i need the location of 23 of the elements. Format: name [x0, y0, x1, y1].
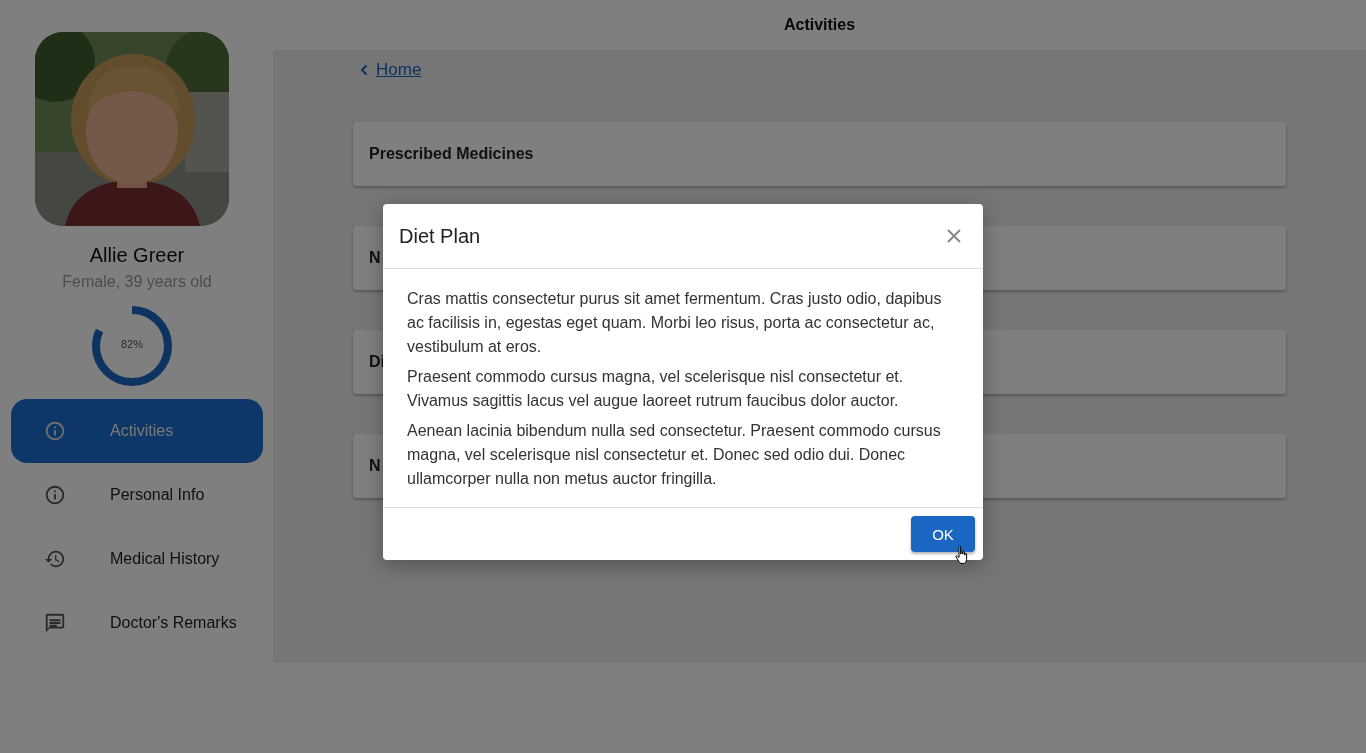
card-title: Prescribed Medicines: [369, 145, 534, 163]
section-card[interactable]: Prescribed Medicines: [353, 122, 1286, 186]
dialog-title: Diet Plan: [399, 224, 481, 248]
dialog-paragraph: Cras mattis consectetur purus sit amet fermentum. Cras justo odio, dapibus ac facilisis in, egestas eget quam. Morbi leo risus, porta ac consectetur ac, vestibulum at eros.: [407, 289, 943, 357]
dialog-paragraph: Aenean lacinia bibendum nulla sed consectetur. Praesent commodo cursus magna, vel scelerisque nisl consectetur et. Donec sed odio dui. Donec ullamcorper nulla non metus auctor fringilla.: [407, 421, 942, 489]
home-link[interactable]: Home: [376, 60, 422, 80]
nav-item[interactable]: Doctor's Remarks: [11, 591, 263, 655]
chevron-left-icon: [360, 64, 368, 76]
info-icon: [44, 484, 66, 506]
page-title: Activities: [783, 16, 856, 34]
progress-reading: 82%: [120, 338, 144, 350]
ok-button[interactable]: OK: [911, 516, 975, 552]
nav-item[interactable]: Medical History: [11, 527, 263, 591]
dialog-paragraph: Praesent commodo cursus magna, vel scelerisque nisl consectetur et. Vivamus sagittis lacus vel augue laoreet rutrum faucibus dolor auctor.: [407, 367, 905, 411]
card-title: N: [369, 457, 381, 475]
card-title: N: [369, 249, 381, 267]
nav-item[interactable]: Activities: [11, 399, 263, 463]
patient-name: Allie Greer: [88, 244, 186, 267]
info-icon: [44, 420, 66, 442]
comment-icon: [44, 612, 66, 634]
history-icon: [44, 548, 66, 570]
close-icon: [947, 229, 961, 243]
nav-item[interactable]: Personal Info: [11, 463, 263, 527]
